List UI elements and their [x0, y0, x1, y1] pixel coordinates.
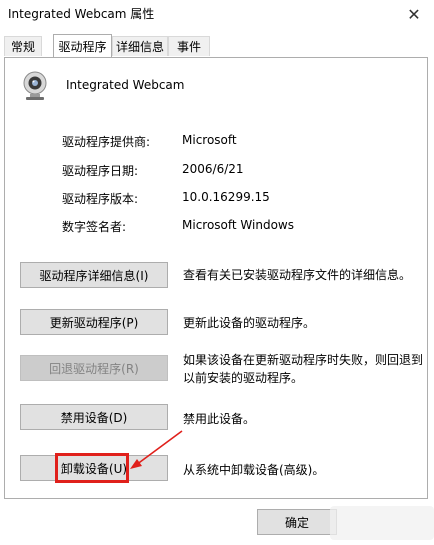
- provider-value: Microsoft: [182, 133, 237, 147]
- uninstall-device-description: 从系统中卸载设备(高级)。: [183, 463, 325, 477]
- close-icon[interactable]: ✕: [394, 0, 434, 28]
- disable-device-description: 禁用此设备。: [183, 412, 256, 426]
- date-value: 2006/6/21: [182, 162, 244, 176]
- tab-driver[interactable]: 驱动程序: [53, 34, 112, 57]
- driver-details-button[interactable]: 驱动程序详细信息(I): [20, 262, 168, 288]
- rollback-driver-description: 如果该设备在更新驱动程序时失败，则回退到以前安装的驱动程序。: [183, 353, 424, 385]
- tab-events[interactable]: 事件: [168, 36, 210, 56]
- window-title: Integrated Webcam 属性: [8, 7, 155, 21]
- device-name: Integrated Webcam: [66, 78, 185, 92]
- webcam-icon: [23, 71, 47, 100]
- update-driver-button[interactable]: 更新驱动程序(P): [20, 309, 168, 335]
- signer-value: Microsoft Windows: [182, 218, 294, 232]
- ok-button[interactable]: 确定: [257, 509, 337, 535]
- tab-details[interactable]: 详细信息: [112, 36, 168, 56]
- driver-details-description: 查看有关已安装驱动程序文件的详细信息。: [183, 268, 412, 282]
- disable-device-button[interactable]: 禁用设备(D): [20, 404, 168, 430]
- rollback-driver-button[interactable]: 回退驱动程序(R): [20, 355, 168, 381]
- title-bar: Integrated Webcam 属性 ✕: [0, 0, 434, 28]
- annotation-arrow: [130, 430, 183, 469]
- tab-general[interactable]: 常规: [4, 36, 42, 56]
- version-label: 驱动程序版本:: [62, 192, 139, 206]
- date-label: 驱动程序日期:: [62, 164, 139, 178]
- signer-label: 数字签名者:: [62, 220, 127, 234]
- update-driver-description: 更新此设备的驱动程序。: [183, 316, 316, 330]
- provider-label: 驱动程序提供商:: [62, 135, 151, 149]
- watermark-overlay: [330, 506, 434, 540]
- version-value: 10.0.16299.15: [182, 190, 270, 204]
